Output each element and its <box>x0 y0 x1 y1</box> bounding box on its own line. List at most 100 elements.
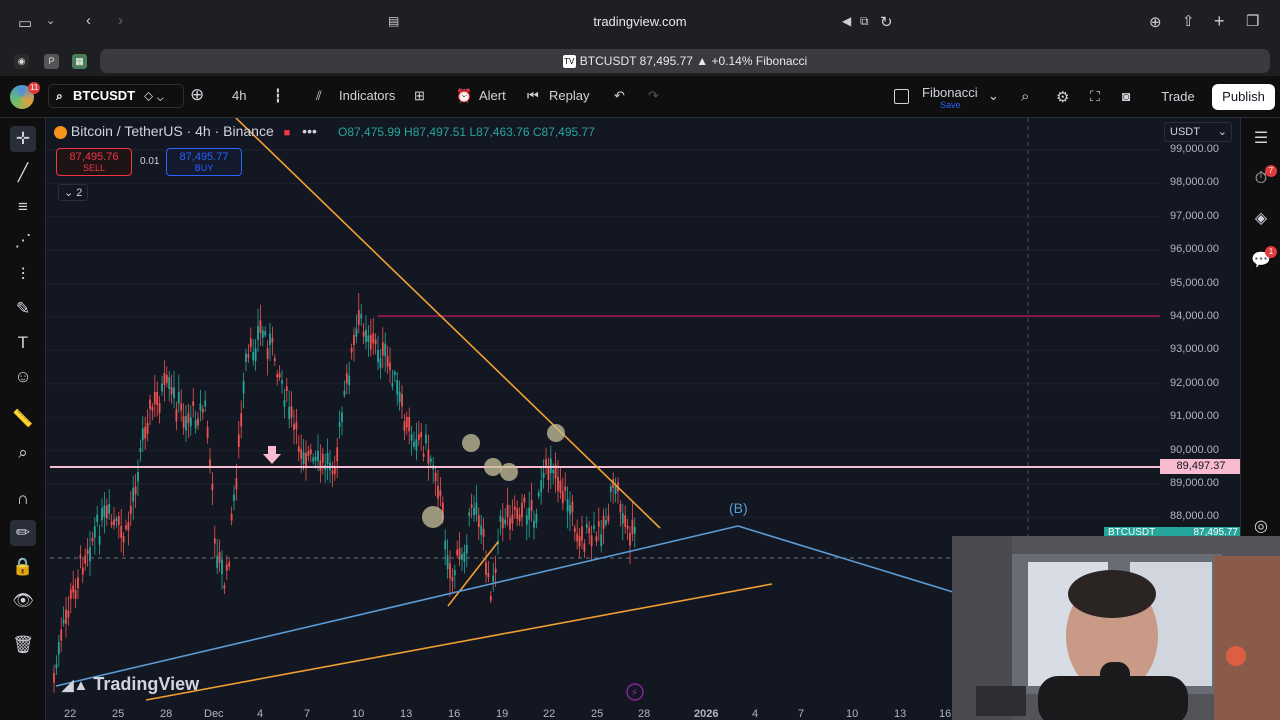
touch-marker[interactable] <box>500 463 518 481</box>
candle <box>357 310 360 325</box>
favorite-sheet-icon[interactable]: ▦ <box>72 54 87 69</box>
emoji-icon[interactable]: ☺ <box>10 364 36 390</box>
candle <box>468 512 471 516</box>
fullscreen-icon[interactable]: ⛶ <box>1090 88 1100 105</box>
sell-price: 87,495.76 <box>69 151 119 163</box>
candle <box>465 545 468 554</box>
candles-icon[interactable]: ┇ <box>274 88 282 104</box>
visibility-eye-icon[interactable]: 👁 <box>10 588 36 614</box>
flag-icon[interactable]: ■ <box>284 127 291 139</box>
favorite-p-icon[interactable]: P <box>44 54 59 69</box>
crosshair-icon[interactable]: ✛ <box>10 126 36 152</box>
fib-retracement-icon[interactable]: ≡ <box>10 194 36 220</box>
redo-icon[interactable]: ↷ <box>648 88 659 104</box>
share-icon[interactable]: ⇧ <box>1182 12 1195 30</box>
layout-checkbox[interactable] <box>894 89 909 104</box>
reload-icon[interactable]: ↻ <box>880 13 893 31</box>
candle <box>309 449 312 454</box>
touch-marker[interactable] <box>547 424 565 442</box>
undo-icon[interactable]: ↶ <box>614 88 625 104</box>
text-icon[interactable]: T <box>10 330 36 356</box>
stay-drawing-icon[interactable]: ✏ <box>10 520 36 546</box>
candle <box>494 568 497 573</box>
quick-search-icon[interactable]: ⌕ <box>1021 88 1029 105</box>
sell-button[interactable]: 87,495.76 SELL <box>56 148 132 176</box>
touch-marker[interactable] <box>422 506 444 528</box>
indicators-button[interactable]: Indicators <box>339 88 395 103</box>
candle <box>530 499 533 511</box>
candle <box>319 460 322 472</box>
time-axis-label: 4 <box>257 708 264 720</box>
watchlist-icon[interactable]: ☰ <box>1250 128 1272 150</box>
candle <box>336 447 339 462</box>
candle <box>444 540 447 550</box>
buy-button[interactable]: 87,495.77 BUY <box>166 148 242 176</box>
more-icon[interactable]: ••• <box>302 123 317 139</box>
interval-selector[interactable]: 4h <box>232 88 246 103</box>
candle <box>189 417 192 427</box>
zoom-icon[interactable]: ⌕ <box>10 440 36 466</box>
rising-trendline[interactable] <box>55 525 739 687</box>
publish-button[interactable]: Publish <box>1212 84 1275 110</box>
tabs-overview-icon[interactable]: ❐ <box>1246 12 1259 30</box>
symbol-title[interactable]: Bitcoin / TetherUS · 4h · Binance <box>71 123 274 139</box>
alert-button[interactable]: Alert <box>479 88 506 103</box>
candle <box>499 515 502 522</box>
indicators-collapse-toggle[interactable]: ⌄ 2 <box>58 184 89 201</box>
download-icon[interactable]: ⊕ <box>1149 13 1162 31</box>
layout-name[interactable]: Fibonacci <box>922 85 978 100</box>
candle <box>129 505 132 514</box>
projection-line[interactable] <box>737 525 967 597</box>
lower-support-line[interactable] <box>145 583 773 701</box>
wave-b-label[interactable]: (B) <box>729 500 748 516</box>
trash-icon[interactable]: 🗑 <box>10 632 36 658</box>
settings-gear-icon[interactable]: ⚙ <box>1056 88 1069 106</box>
translate-icon[interactable]: ⧉ <box>860 14 869 29</box>
candle <box>67 610 70 618</box>
chevron-down-icon[interactable]: ⌄ <box>988 88 999 104</box>
candle <box>561 491 564 504</box>
add-symbol-icon[interactable]: ⊕ <box>190 85 204 105</box>
touch-marker[interactable] <box>462 434 480 452</box>
brush-icon[interactable]: ✎ <box>10 296 36 322</box>
help-icon[interactable]: ◎ <box>1250 516 1272 538</box>
candle <box>127 522 130 531</box>
favorite-icon[interactable]: ◉ <box>14 54 29 69</box>
touch-marker[interactable] <box>484 458 502 476</box>
trade-button[interactable]: Trade <box>1158 84 1198 110</box>
tradingview-tab-icon: TV <box>562 55 576 69</box>
tab-tradingview[interactable]: TV BTCUSDT 87,495.77 ▲ +0.14% Fibonacci <box>100 49 1270 73</box>
forecast-icon[interactable]: ⫶ <box>10 262 36 288</box>
trendline-icon[interactable]: ╱ <box>10 160 36 186</box>
candle <box>72 585 75 593</box>
candle <box>393 371 396 376</box>
candle <box>165 374 168 383</box>
ruler-icon[interactable]: 📏 <box>10 406 36 432</box>
down-arrow-marker[interactable] <box>263 446 281 464</box>
chat-badge: 1 <box>1265 246 1277 258</box>
candle <box>345 373 348 384</box>
layers-icon[interactable]: ◈ <box>1250 208 1272 230</box>
speaker-icon[interactable]: ◀ <box>842 14 851 28</box>
symbol-type-icon[interactable]: ⬦ ⌄ <box>144 88 164 104</box>
buy-label: BUY <box>194 163 214 173</box>
patterns-icon[interactable]: ⋰ <box>10 228 36 254</box>
candle <box>77 577 79 589</box>
candle <box>297 446 300 452</box>
candle <box>557 476 559 491</box>
address-bar[interactable]: tradingview.com <box>0 14 1280 29</box>
candle <box>429 458 432 462</box>
lock-icon[interactable]: 🔒 <box>10 554 36 580</box>
camera-icon[interactable]: ◙ <box>1122 88 1130 104</box>
candle <box>153 391 156 404</box>
new-tab-icon[interactable]: + <box>1214 11 1225 32</box>
magnet-icon[interactable]: ∩ <box>10 486 36 512</box>
candle <box>427 449 430 464</box>
candle <box>626 525 629 529</box>
candle <box>528 507 531 520</box>
layouts-icon[interactable]: ⊞ <box>414 88 425 104</box>
candle <box>271 337 274 343</box>
candle <box>437 485 439 499</box>
replay-button[interactable]: Replay <box>549 88 589 103</box>
currency-selector[interactable]: USDT ⌄ <box>1164 122 1232 142</box>
